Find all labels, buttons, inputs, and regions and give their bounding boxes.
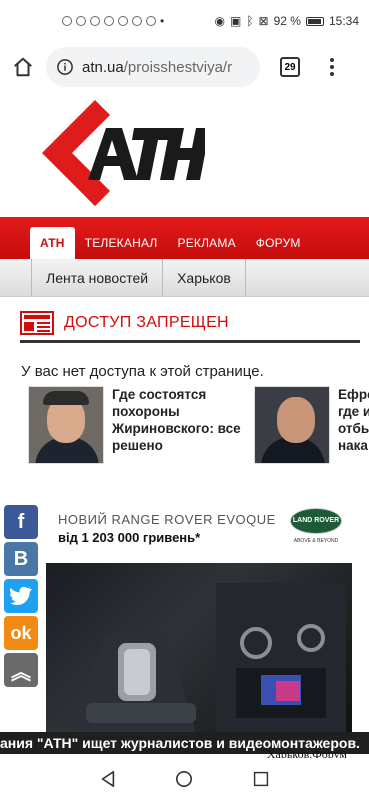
advertisement[interactable]: НОВИЙ RANGE ROVER EVOQUE від 1 203 000 г… xyxy=(46,500,356,740)
site-header xyxy=(0,92,369,217)
home-button[interactable] xyxy=(8,52,38,82)
article-title[interactable]: Где состоятся похороны Жириновского: все… xyxy=(112,386,248,464)
double-chevron-up-icon: ︽ xyxy=(11,661,31,684)
odnoklassniki-share-button[interactable]: ok xyxy=(4,616,38,650)
access-denied-heading: ДОСТУП ЗАПРЕЩЕН xyxy=(20,305,360,343)
access-denied-message: У вас нет доступа к этой странице. xyxy=(21,363,264,380)
battery-icon xyxy=(305,16,324,26)
scroll-top-button[interactable]: ︽ xyxy=(4,653,38,687)
related-article[interactable]: Ефре где и отбы нака xyxy=(254,386,369,464)
app-notification-icon xyxy=(146,16,156,26)
ad-title: НОВИЙ RANGE ROVER EVOQUE xyxy=(58,512,276,527)
app-notification-icon xyxy=(118,16,128,26)
twitter-icon xyxy=(10,587,32,605)
related-article[interactable]: Где состоятся похороны Жириновского: все… xyxy=(28,386,248,464)
address-bar[interactable]: atn.ua/proisshestviya/r xyxy=(46,47,260,87)
info-icon xyxy=(57,59,73,75)
subnav-item-kharkiv[interactable]: Харьков xyxy=(162,259,246,296)
vk-icon: B xyxy=(13,547,29,570)
recents-button[interactable] xyxy=(251,769,271,789)
facebook-share-button[interactable]: f xyxy=(4,505,38,539)
twitter-share-button[interactable] xyxy=(4,579,38,613)
back-triangle-icon xyxy=(101,770,115,788)
home-nav-button[interactable] xyxy=(174,769,194,789)
related-articles: Где состоятся похороны Жириновского: все… xyxy=(0,386,369,471)
ad-price: від 1 203 000 гривень* xyxy=(58,530,201,545)
more-notifications-icon: • xyxy=(160,14,165,28)
back-button[interactable] xyxy=(98,769,118,789)
nav-item-forum[interactable]: ФОРУМ xyxy=(246,227,311,259)
page: • ◉ ▣ ᛒ ⊠ 92 % 15:34 atn.ua/proisshestvi… xyxy=(0,0,369,800)
system-nav-bar xyxy=(0,758,369,800)
app-notification-icon xyxy=(104,16,114,26)
wifi-icon xyxy=(76,16,86,26)
url-path: /proisshestviya/r xyxy=(123,58,233,76)
nav-item-telekanal[interactable]: ТЕЛЕКАНАЛ xyxy=(75,227,168,259)
land-rover-logo: LAND ROVER ABOVE & BEYOND xyxy=(288,508,344,552)
odnoklassniki-icon: ok xyxy=(10,622,32,643)
url-text: atn.ua/proisshestviya/r xyxy=(82,59,232,76)
app-notification-icon xyxy=(132,16,142,26)
clock: 15:34 xyxy=(328,14,359,28)
notification-icons: • xyxy=(62,14,164,28)
sim-icon: ⊠ xyxy=(258,14,269,28)
nav-item-atn[interactable]: АТН xyxy=(30,227,75,259)
circle-icon xyxy=(176,770,193,788)
home-icon xyxy=(14,57,32,77)
url-domain: atn.ua xyxy=(82,58,124,76)
document-icon xyxy=(20,310,54,335)
brand-slogan: ABOVE & BEYOND xyxy=(293,538,339,544)
car-interior-image xyxy=(66,583,346,733)
article-thumbnail[interactable] xyxy=(28,386,104,464)
article-title[interactable]: Ефре где и отбы нака xyxy=(338,386,369,464)
browser-toolbar: atn.ua/proisshestviya/r 29 xyxy=(0,42,369,92)
sub-nav: Лента новостей Харьков xyxy=(0,259,369,297)
nav-item-reklama[interactable]: РЕКЛАМА xyxy=(168,227,246,259)
nfc-icon: ▣ xyxy=(230,14,242,28)
tab-switcher-button[interactable]: 29 xyxy=(280,57,300,77)
vk-share-button[interactable]: B xyxy=(4,542,38,576)
browser-menu-button[interactable] xyxy=(322,58,342,76)
square-icon xyxy=(253,771,268,787)
status-right: ◉ ▣ ᛒ ⊠ 92 % 15:34 xyxy=(215,14,359,28)
hourglass-icon xyxy=(90,16,100,26)
atn-logo[interactable] xyxy=(40,98,205,210)
subnav-item-news-feed[interactable]: Лента новостей xyxy=(31,259,162,296)
ad-image[interactable] xyxy=(46,563,352,740)
signal-icon xyxy=(62,16,72,26)
brand-oval: LAND ROVER xyxy=(290,508,342,534)
social-share-bar: f B ok ︽ xyxy=(4,505,38,687)
facebook-icon: f xyxy=(17,510,25,533)
battery-percent: 92 % xyxy=(273,14,301,28)
eye-icon: ◉ xyxy=(214,14,225,28)
main-nav: АТН ТЕЛЕКАНАЛ РЕКЛАМА ФОРУМ xyxy=(0,217,369,259)
access-denied-title: ДОСТУП ЗАПРЕЩЕН xyxy=(64,313,229,331)
status-bar: • ◉ ▣ ᛒ ⊠ 92 % 15:34 xyxy=(0,0,369,42)
bluetooth-icon: ᛒ xyxy=(246,14,254,28)
article-thumbnail[interactable] xyxy=(254,386,330,464)
